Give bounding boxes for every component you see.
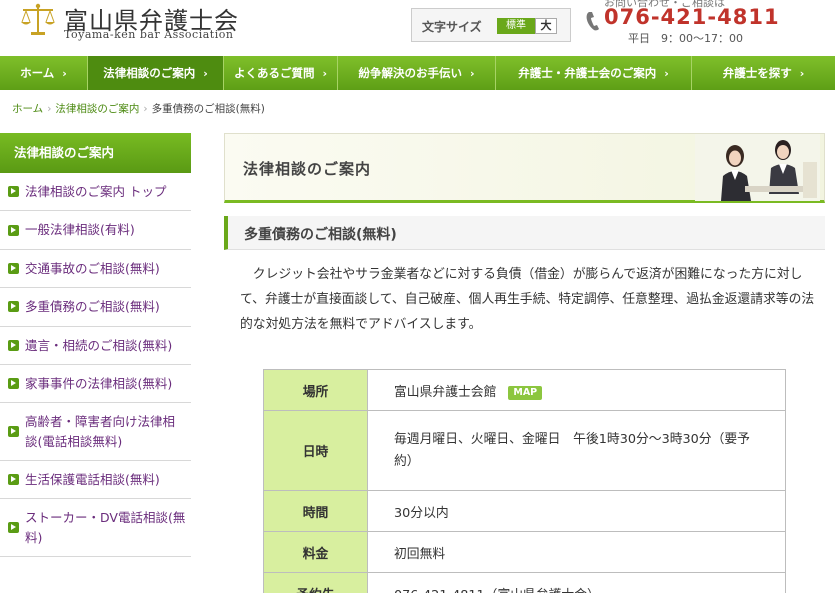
arrow-bullet-icon <box>8 186 19 198</box>
phone-number[interactable]: 076-421-4811 <box>604 5 780 29</box>
table-key-reservation: 予約先 <box>263 572 368 593</box>
chevron-right-icon: › <box>143 103 148 115</box>
sidebar-item-label: ストーカー・DV電話相談(無料) <box>25 510 186 545</box>
arrow-bullet-icon <box>8 426 19 438</box>
sidebar-item-elderly-disabled[interactable]: 高齢者・障害者向け法律相談(電話相談無料) <box>0 403 191 461</box>
table-key-place: 場所 <box>263 369 368 411</box>
chevron-right-icon: › <box>47 103 52 115</box>
breadcrumb-home[interactable]: ホーム <box>12 103 43 115</box>
table-row: 時間 30分以内 <box>263 490 786 532</box>
consultation-info-table: 場所 富山県弁護士会館 MAP 日時 毎週月曜日、火曜日、金曜日 午後1時30分〜… <box>263 369 786 593</box>
nav-home-label: ホーム <box>20 66 55 80</box>
nav-dispute-resolution-label: 紛争解決のお手伝い <box>358 66 462 80</box>
font-size-standard-button[interactable]: 標準 <box>497 18 535 34</box>
table-key-time: 時間 <box>263 490 368 532</box>
chevron-right-icon: › <box>664 66 669 80</box>
page-title: 法律相談のご案内 <box>243 160 372 178</box>
nav-faq[interactable]: よくあるご質問 › <box>224 56 338 90</box>
sidebar-item-label: 法律相談のご案内 トップ <box>25 184 167 199</box>
arrow-bullet-icon <box>8 262 19 274</box>
font-size-label: 文字サイズ <box>422 20 482 34</box>
breadcrumb-current: 多重債務のご相談(無料) <box>151 103 265 115</box>
phone-icon <box>586 12 599 31</box>
nav-home[interactable]: ホーム › <box>0 56 88 90</box>
office-hours: 平日 9：00〜17：00 <box>628 32 743 45</box>
sidebar-item-family[interactable]: 家事事件の法律相談(無料) <box>0 365 191 404</box>
arrow-bullet-icon <box>8 339 19 351</box>
sidebar-item-general[interactable]: 一般法律相談(有料) <box>0 211 191 250</box>
sidebar-item-label: 高齢者・障害者向け法律相談(電話相談無料) <box>25 414 176 449</box>
breadcrumb-parent[interactable]: 法律相談のご案内 <box>55 103 139 115</box>
table-value-reservation: 076-421-4811（富山県弁護士会） <box>367 572 786 593</box>
font-size-large-button[interactable]: 大 <box>535 18 557 34</box>
table-value-date: 毎週月曜日、火曜日、金曜日 午後1時30分〜3時30分（要予約） <box>367 410 786 491</box>
nav-legal-consultation-label: 法律相談のご案内 <box>103 66 196 80</box>
global-nav: ホーム › 法律相談のご案内 › よくあるご質問 › 紛争解決のお手伝い › 弁護士・弁… <box>0 56 835 90</box>
chevron-right-icon: › <box>322 66 328 80</box>
arrow-bullet-icon <box>8 224 19 236</box>
nav-faq-label: よくあるご質問 <box>233 66 315 80</box>
map-button[interactable]: MAP <box>508 385 543 400</box>
scales-of-justice-icon[interactable] <box>20 3 56 37</box>
arrow-bullet-icon <box>8 522 19 534</box>
site-subtitle: Toyama-ken bar Association <box>64 28 234 41</box>
section-title: 多重債務のご相談(無料) <box>244 227 397 243</box>
sidebar: 法律相談のご案内 法律相談のご案内 トップ 一般法律相談(有料) 交通事故のご相… <box>0 133 191 558</box>
table-key-fee: 料金 <box>263 531 368 573</box>
sidebar-item-top[interactable]: 法律相談のご案内 トップ <box>0 173 191 212</box>
sidebar-item-multiple-debt[interactable]: 多重債務のご相談(無料) <box>0 288 191 327</box>
nav-lawyers-association[interactable]: 弁護士・弁護士会のご案内 › <box>496 56 692 90</box>
sidebar-item-inheritance[interactable]: 遺言・相続のご相談(無料) <box>0 327 191 365</box>
sidebar-item-label: 交通事故のご相談(無料) <box>25 260 160 276</box>
site-header: 富山県弁護士会 Toyama-ken bar Association 文字サイズ… <box>0 0 835 55</box>
font-size-switcher: 文字サイズ 標準 大 <box>411 8 571 42</box>
arrow-bullet-icon <box>8 474 19 486</box>
table-row: 料金 初回無料 <box>263 531 786 573</box>
nav-find-lawyer[interactable]: 弁護士を探す › <box>692 56 835 90</box>
arrow-bullet-icon <box>8 378 19 390</box>
consultation-photo <box>695 134 820 201</box>
nav-legal-consultation[interactable]: 法律相談のご案内 › <box>88 56 224 90</box>
sidebar-item-label: 多重債務のご相談(無料) <box>25 299 160 315</box>
table-row: 場所 富山県弁護士会館 MAP <box>263 369 786 411</box>
sidebar-item-label: 一般法律相談(有料) <box>25 222 135 238</box>
table-row: 予約先 076-421-4811（富山県弁護士会） <box>263 572 786 593</box>
chevron-right-icon: › <box>469 66 475 80</box>
sidebar-item-welfare[interactable]: 生活保護電話相談(無料) <box>0 461 191 500</box>
section-header: 多重債務のご相談(無料) <box>224 216 825 250</box>
nav-find-lawyer-label: 弁護士を探す <box>722 66 792 80</box>
arrow-bullet-icon <box>8 301 19 313</box>
intro-paragraph: クレジット会社やサラ金業者などに対する負債（借金）が膨らんで返済が困難になった方… <box>240 267 815 332</box>
sidebar-item-label: 遺言・相続のご相談(無料) <box>25 337 173 353</box>
chevron-right-icon: › <box>203 66 208 80</box>
nav-dispute-resolution[interactable]: 紛争解決のお手伝い › <box>338 56 496 90</box>
chevron-right-icon: › <box>62 66 67 80</box>
table-value-place: 富山県弁護士会館 MAP <box>367 369 786 411</box>
venue-name: 富山県弁護士会館 <box>394 384 497 400</box>
sidebar-item-label: 家事事件の法律相談(無料) <box>25 375 173 391</box>
table-row: 日時 毎週月曜日、火曜日、金曜日 午後1時30分〜3時30分（要予約） <box>263 410 786 491</box>
table-value-time: 30分以内 <box>367 490 786 532</box>
sidebar-item-stalker-dv[interactable]: ストーカー・DV電話相談(無料) <box>0 499 191 558</box>
chevron-right-icon: › <box>799 66 805 80</box>
breadcrumb: ホーム › 法律相談のご案内 › 多重債務のご相談(無料) <box>12 101 265 116</box>
table-key-date: 日時 <box>263 410 368 491</box>
table-value-fee: 初回無料 <box>367 531 786 573</box>
sidebar-item-label: 生活保護電話相談(無料) <box>25 472 160 487</box>
sidebar-item-traffic-accident[interactable]: 交通事故のご相談(無料) <box>0 250 191 289</box>
page-banner: 法律相談のご案内 <box>224 133 825 203</box>
nav-lawyers-association-label: 弁護士・弁護士会のご案内 <box>518 66 657 80</box>
sidebar-heading: 法律相談のご案内 <box>0 133 191 173</box>
